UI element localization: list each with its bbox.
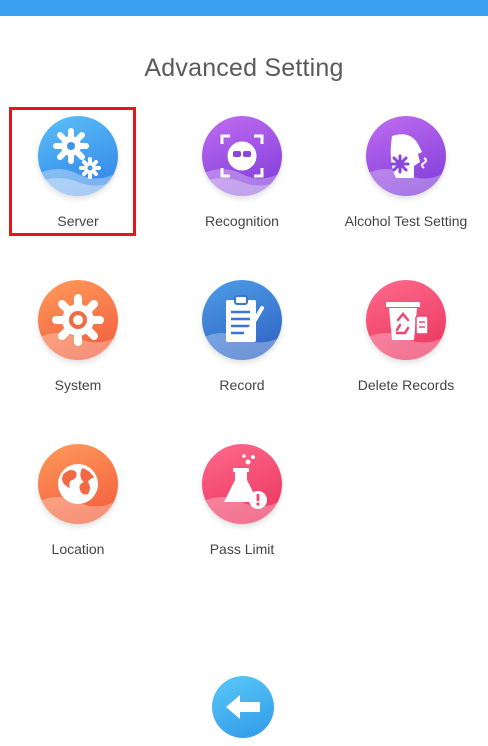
tile-pass-limit[interactable]: Pass Limit bbox=[160, 444, 324, 574]
globe-icon bbox=[38, 444, 118, 524]
back-button[interactable] bbox=[212, 676, 274, 738]
flask-icon bbox=[202, 444, 282, 524]
recycle-bin-icon bbox=[366, 280, 446, 360]
tile-label: Server bbox=[57, 213, 99, 229]
tile-label: System bbox=[54, 377, 102, 393]
tile-label: Pass Limit bbox=[209, 541, 275, 557]
page-title: Advanced Setting bbox=[144, 54, 344, 82]
tile-label: Location bbox=[51, 541, 105, 557]
tile-label: Delete Records bbox=[357, 377, 455, 393]
gears-icon bbox=[38, 116, 118, 196]
tile-label: Record bbox=[219, 377, 265, 393]
tile-delete-records[interactable]: Delete Records bbox=[324, 280, 488, 410]
status-bar bbox=[0, 0, 488, 16]
back-arrow-icon bbox=[226, 695, 260, 719]
gear-icon bbox=[38, 280, 118, 360]
tile-location[interactable]: Location bbox=[0, 444, 160, 574]
face-scan-icon bbox=[202, 116, 282, 196]
tile-server[interactable]: Server bbox=[0, 116, 160, 246]
tile-label: Recognition bbox=[205, 213, 279, 229]
tile-alcohol-test-setting[interactable]: Alcohol Test Setting bbox=[324, 116, 488, 246]
tile-system[interactable]: System bbox=[0, 280, 160, 410]
clipboard-icon bbox=[202, 280, 282, 360]
tile-record[interactable]: Record bbox=[160, 280, 324, 410]
tile-recognition[interactable]: Recognition bbox=[160, 116, 324, 246]
breath-test-icon bbox=[366, 116, 446, 196]
tile-label: Alcohol Test Setting bbox=[344, 213, 468, 229]
